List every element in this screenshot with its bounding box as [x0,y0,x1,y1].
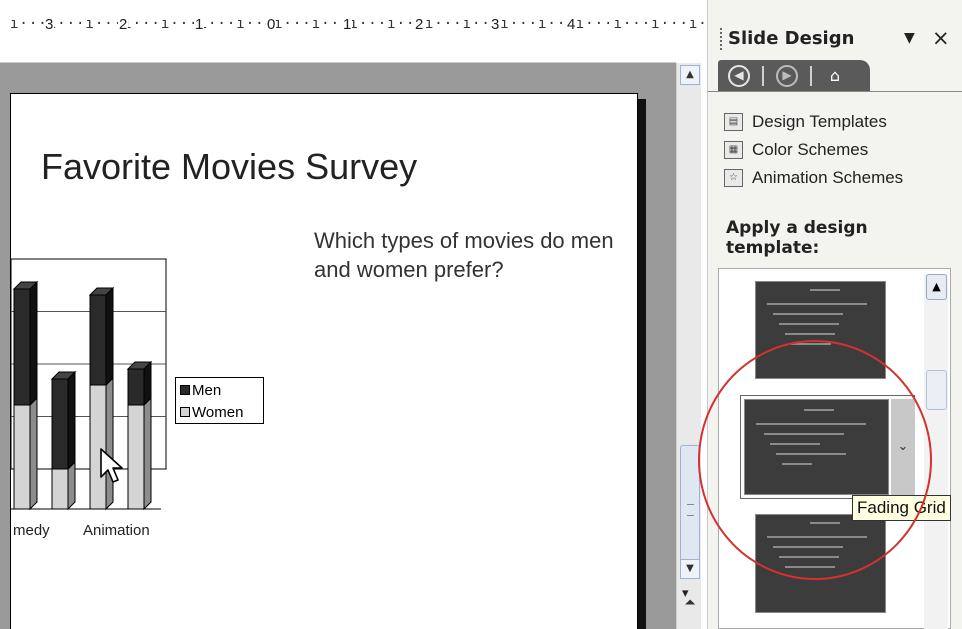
bar-men [51,378,69,470]
color-schemes-link[interactable]: ▦ Color Schemes [724,140,868,160]
pane-grip-icon[interactable] [720,28,723,50]
slide-title[interactable]: Favorite Movies Survey [41,146,417,188]
back-arrow-icon[interactable]: ◀ [728,64,750,87]
slide-body-text[interactable]: Which types of movies do men and women p… [314,226,614,284]
animation-schemes-link[interactable]: ☆ Animation Schemes [724,168,903,188]
legend-swatch-men [180,385,190,395]
bar-men [89,294,107,386]
design-templates-label: Design Templates [752,112,887,131]
scroll-thumb[interactable] [680,445,700,575]
pane-divider [708,91,962,92]
x-tick-label: Animation [83,522,150,539]
color-schemes-label: Color Schemes [752,140,869,159]
ruler-number: 0 [266,16,277,33]
pane-close-icon[interactable]: × [932,26,950,50]
legend-label-women: Women [192,403,244,421]
bar-men [13,288,31,406]
gallery-scroll-thumb[interactable] [926,370,947,410]
gallery-scroll-up-button[interactable]: ▲ [926,274,947,300]
bar-women-side [29,396,38,511]
horizontal-ruler: ı···ı···ı···ı···ı···ı···ı···ı···ı···ı···… [0,0,914,63]
task-pane-title: Slide Design [728,28,855,49]
design-templates-icon: ▤ [724,113,743,131]
legend-item-women: Women [176,402,263,422]
legend-label-men: Men [192,381,222,399]
ruler-number: 2 [118,16,129,33]
bar-men-side [67,370,76,471]
bar-women [51,468,69,510]
bar-women-side [67,460,76,511]
bar-men-side [105,286,114,387]
forward-arrow-icon[interactable]: ▶ [776,64,798,87]
bar-women [13,404,31,510]
ruler-number: 3 [490,16,501,33]
mouse-pointer-icon [100,448,123,483]
task-pane-header: Slide Design ▼ × [708,0,962,58]
home-icon[interactable]: ⌂ [824,66,846,86]
pane-navigation-bar: ◀ ▶ ⌂ [718,60,870,91]
legend-swatch-women [180,407,190,417]
bar-women [127,404,145,510]
scroll-up-button[interactable]: ▲ [680,65,700,85]
slide-canvas[interactable]: Favorite Movies Survey Which types of mo… [10,93,638,629]
nav-separator [810,65,812,86]
ruler-number: 1 [194,16,205,33]
highlight-circle [698,340,932,580]
legend-item-men: Men [176,380,263,400]
ruler-number: 3 [44,16,55,33]
ruler-number: 1 [342,16,353,33]
animation-schemes-icon: ☆ [724,169,743,187]
design-templates-link[interactable]: ▤ Design Templates [724,112,887,132]
nav-separator [762,65,764,86]
color-schemes-icon: ▦ [724,141,743,159]
bar-women-side [143,396,152,511]
slide-vertical-scrollbar[interactable]: ▲ ▼ ⏶ [676,63,701,629]
scroll-down-button[interactable]: ▼ [680,559,700,579]
ruler-number: 4 [566,16,577,33]
apply-template-heading: Apply a design template: [726,218,868,258]
bar-women-side [105,376,114,511]
bar-men-side [29,280,38,407]
x-tick-label: medy [13,522,50,539]
scroll-grip-icon [687,504,694,516]
pane-menu-dropdown-icon[interactable]: ▼ [904,30,915,46]
animation-schemes-label: Animation Schemes [752,168,904,187]
bar-men [127,368,145,406]
chart-legend: Men Women [175,377,264,424]
ruler-number: 2 [414,16,425,33]
next-slide-icon[interactable]: ▾ [682,587,689,600]
slide-work-area: Favorite Movies Survey Which types of mo… [0,63,676,629]
